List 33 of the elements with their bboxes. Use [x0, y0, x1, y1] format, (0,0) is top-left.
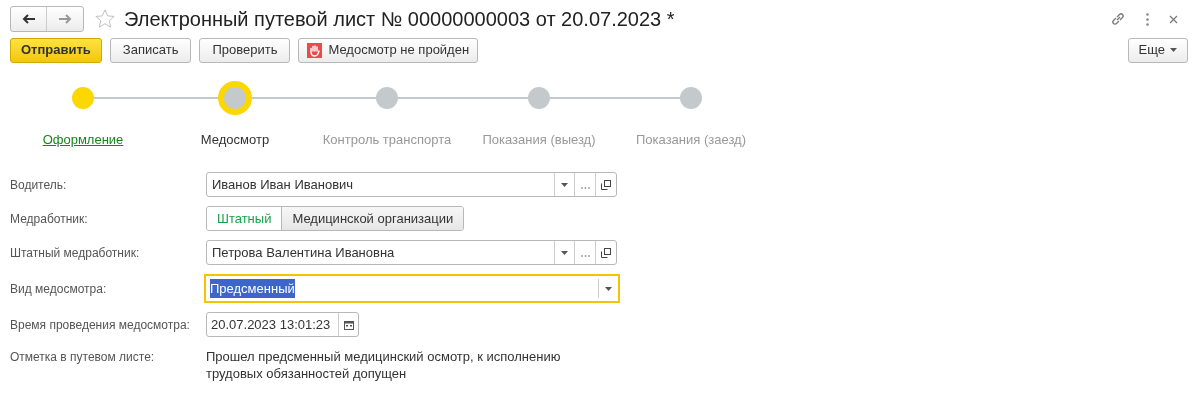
select-field[interactable]: Предсменный	[204, 274, 620, 303]
caret-icon	[561, 182, 568, 187]
date-field[interactable]: 20.07.2023 13:01:23	[206, 312, 359, 337]
field-label: Отметка в путевом листе:	[10, 349, 156, 366]
open-icon	[601, 179, 611, 190]
field-label: Водитель:	[10, 176, 68, 194]
right-arrow-icon	[58, 14, 72, 24]
link-icon[interactable]	[1110, 11, 1126, 27]
close-icon[interactable]	[1169, 14, 1178, 24]
select-field[interactable]: Петрова Валентина Ивановна	[206, 240, 617, 265]
toolbar-button[interactable]: Записать	[109, 37, 192, 63]
step-label[interactable]: Медосмотр	[200, 130, 270, 150]
toolbar-button[interactable]: Отправить	[10, 37, 102, 63]
field-label: Медработник:	[10, 210, 89, 228]
select-field[interactable]: Иванов Иван Иванович	[206, 172, 617, 197]
caret-icon	[1170, 48, 1177, 52]
stop-button[interactable]: Медосмотр не пройден	[298, 37, 479, 63]
toggle-option[interactable]: Медицинской организации	[281, 207, 464, 230]
window-title: Электронный путевой лист № 00000000003 от 20.07.2023 *	[124, 7, 675, 32]
step-label[interactable]: Оформление	[42, 130, 124, 150]
open-icon	[601, 247, 611, 258]
caret-icon	[605, 286, 612, 291]
menu-icon[interactable]	[1146, 12, 1149, 26]
hand-icon	[307, 42, 323, 58]
field-label: Время проведения медосмотра:	[10, 316, 191, 334]
field-label: Штатный медработник:	[10, 244, 141, 262]
toolbar-button[interactable]: Проверить	[199, 37, 291, 63]
field-label: Вид медосмотра:	[10, 280, 108, 298]
caret-icon	[561, 250, 568, 255]
note-text: Прошел предсменный медицинский осмотр, к исполнению трудовых обязанностей допущен	[206, 348, 562, 382]
left-arrow-icon	[21, 14, 36, 24]
star-icon[interactable]	[94, 8, 116, 30]
more-button[interactable]: Еще	[1127, 37, 1188, 63]
